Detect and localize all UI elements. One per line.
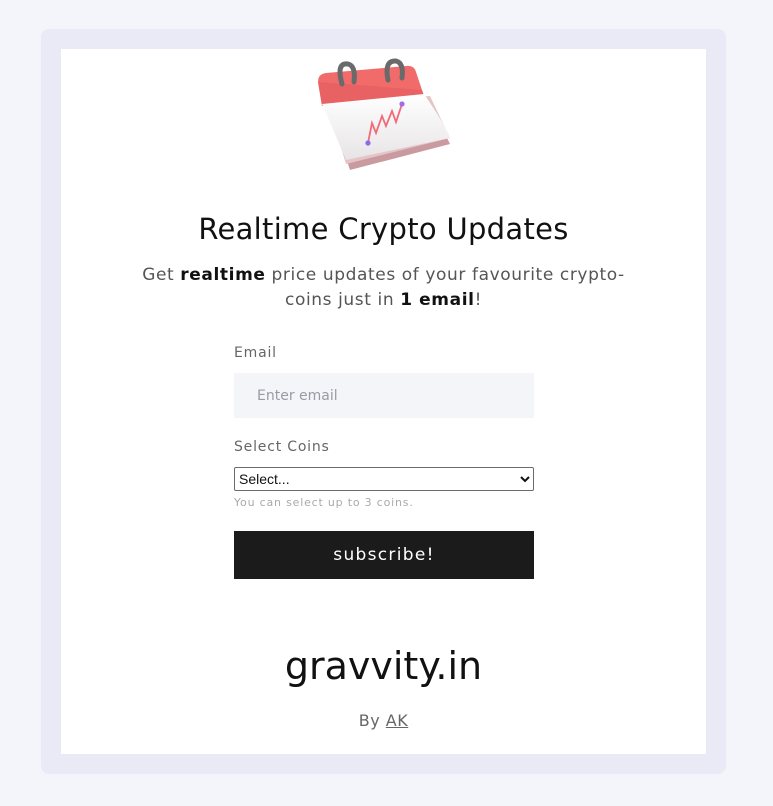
coins-select[interactable]: Select... [234, 467, 534, 491]
byline: By AK [61, 711, 706, 730]
subtitle-text: Get [142, 265, 181, 285]
subtitle-emphasis-realtime: realtime [180, 265, 266, 285]
page-subtitle: Get realtime price updates of your favou… [120, 263, 647, 313]
byline-prefix: By [358, 711, 386, 730]
coins-hint: You can select up to 3 coins. [234, 496, 414, 509]
subtitle-emphasis-email: 1 email [400, 290, 475, 310]
subtitle-text: ! [474, 290, 482, 310]
coins-label: Select Coins [234, 439, 330, 455]
calendar-chart-icon [318, 58, 450, 170]
author-link[interactable]: AK [386, 711, 408, 730]
subscribe-button[interactable]: subscribe! [234, 531, 534, 579]
email-field[interactable] [234, 373, 534, 418]
email-label: Email [234, 345, 277, 361]
brand-name: gravvity.in [284, 644, 483, 688]
page-title: Realtime Crypto Updates [198, 212, 569, 246]
